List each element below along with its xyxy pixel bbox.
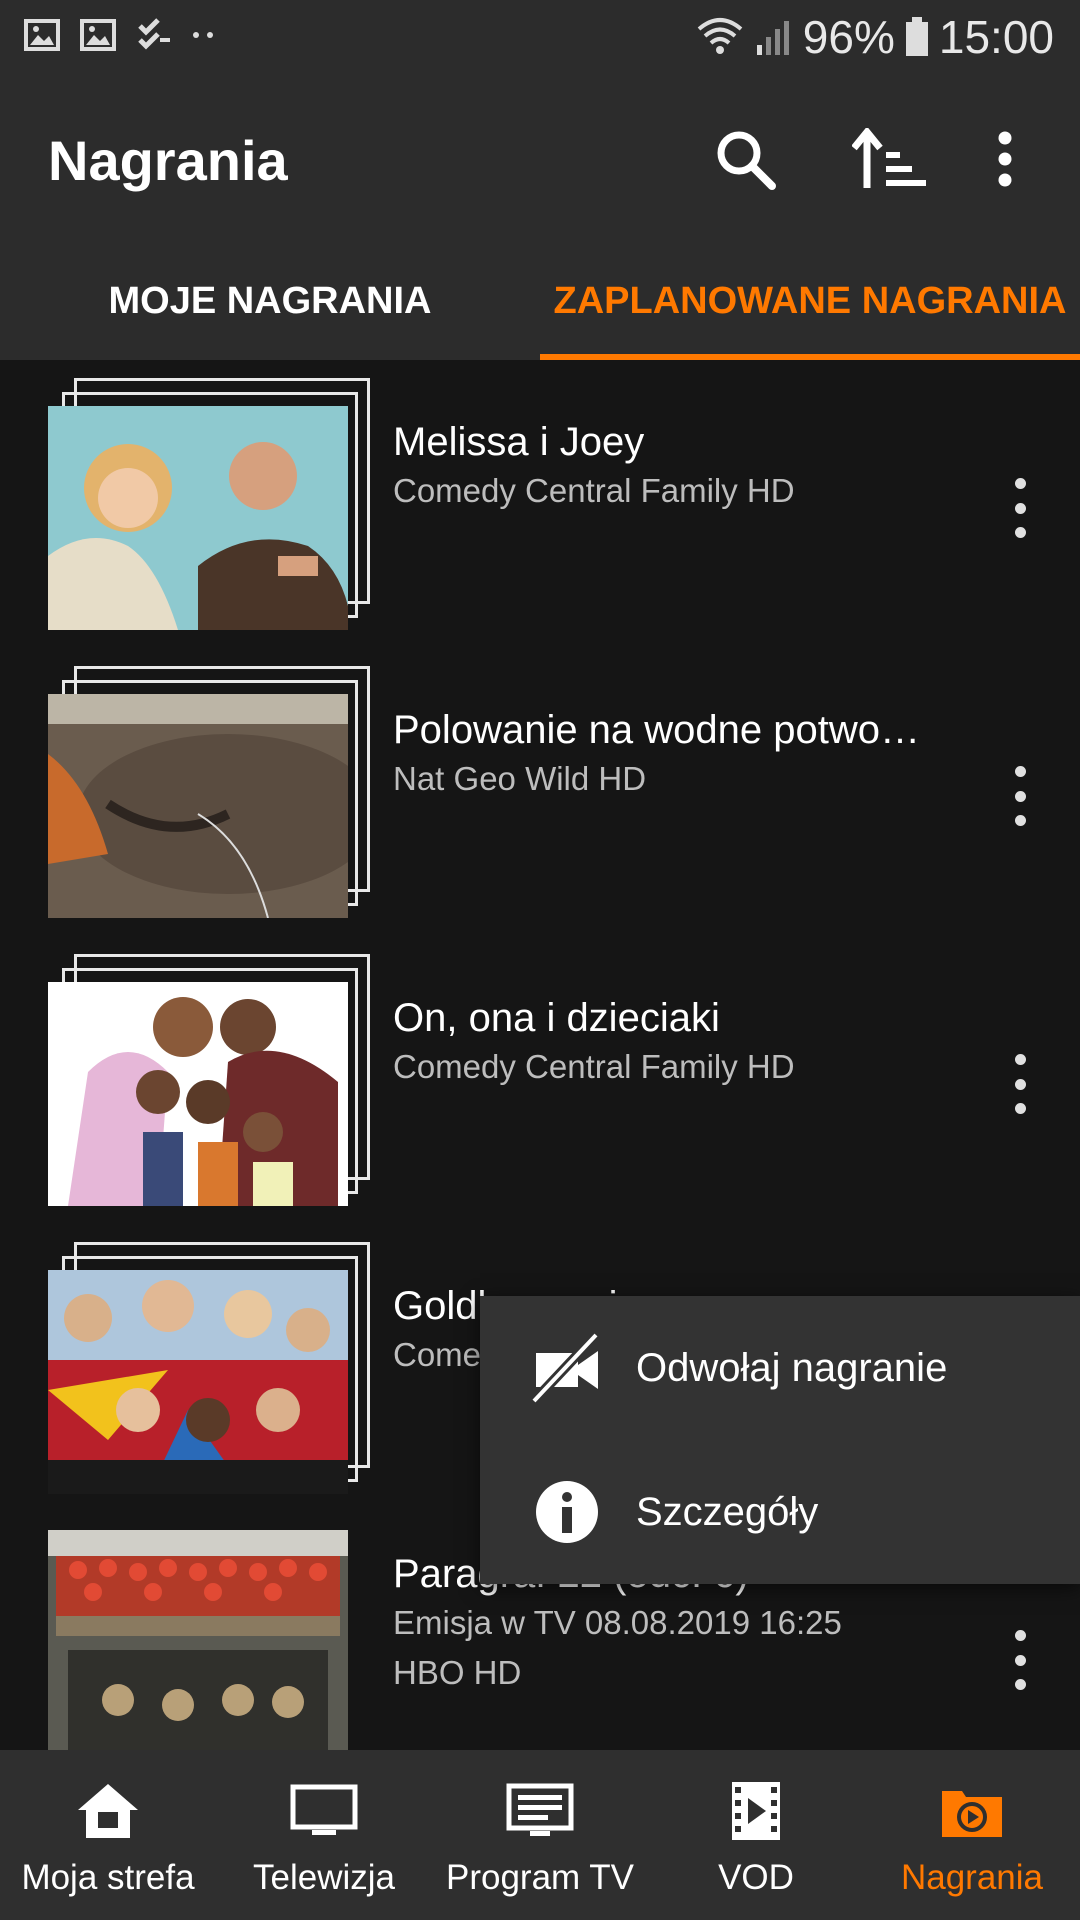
wifi-icon bbox=[697, 18, 743, 54]
search-button[interactable] bbox=[710, 124, 780, 194]
thumbnail-stack bbox=[48, 1242, 370, 1494]
page-title: Nagrania bbox=[48, 129, 288, 192]
search-icon bbox=[717, 131, 776, 190]
item-menu-button[interactable] bbox=[1008, 766, 1032, 826]
nav-item-tv-guide[interactable]: Program TV bbox=[432, 1750, 648, 1920]
status-bar: 96% 15:00 bbox=[0, 0, 1080, 72]
item-menu-button[interactable] bbox=[1008, 1054, 1032, 1114]
nav-item-recordings[interactable]: Nagrania bbox=[864, 1750, 1080, 1920]
notification-icons bbox=[24, 18, 216, 52]
overflow-menu-button[interactable] bbox=[980, 124, 1030, 194]
recordings-icon bbox=[942, 1791, 1002, 1837]
nav-item-my-zone[interactable]: Moja strefa bbox=[0, 1750, 216, 1920]
nav-label: Nagrania bbox=[900, 1858, 1044, 1897]
recording-channel: Comedy Central Family HD bbox=[393, 1048, 795, 1085]
thumbnail-stack bbox=[48, 378, 370, 630]
camera-off-icon bbox=[530, 1331, 600, 1405]
tv-guide-icon bbox=[506, 1783, 574, 1836]
home-icon bbox=[78, 1784, 138, 1838]
film-icon bbox=[732, 1782, 780, 1840]
more-notifications-icon bbox=[193, 32, 213, 38]
details-menu-item[interactable]: Szczegóły bbox=[480, 1440, 1080, 1584]
list-item[interactable]: On, ona i dzieciaki Comedy Central Famil… bbox=[0, 936, 1080, 1224]
tab-scheduled-recordings[interactable]: ZAPLANOWANE NAGRANIA bbox=[540, 242, 1080, 360]
menu-item-label: Szczegóły bbox=[636, 1489, 819, 1534]
recording-channel: Comedy Central Family HD bbox=[393, 472, 795, 509]
item-menu-button[interactable] bbox=[1008, 478, 1032, 538]
thumbnail bbox=[48, 1530, 348, 1750]
nav-label: Program TV bbox=[445, 1858, 635, 1897]
cancel-recording-menu-item[interactable]: Odwołaj nagranie bbox=[480, 1296, 1080, 1440]
task-notification-icon bbox=[138, 18, 170, 50]
thumbnail bbox=[48, 694, 348, 918]
recording-title: On, ona i dzieciaki bbox=[393, 996, 720, 1040]
recording-title: Polowanie na wodne potwo… bbox=[393, 708, 921, 752]
sort-icon bbox=[852, 128, 926, 188]
thumbnail bbox=[48, 1270, 348, 1494]
context-menu: Odwołaj nagranie Szczegóły bbox=[480, 1296, 1080, 1584]
tab-my-recordings[interactable]: MOJE NAGRANIA bbox=[0, 242, 540, 360]
menu-item-label: Odwołaj nagranie bbox=[636, 1345, 948, 1390]
item-menu-button[interactable] bbox=[1008, 1630, 1032, 1690]
info-icon bbox=[536, 1481, 598, 1543]
clock: 15:00 bbox=[938, 11, 1054, 63]
nav-label: Moja strefa bbox=[21, 1858, 195, 1897]
nav-item-vod[interactable]: VOD bbox=[648, 1750, 864, 1920]
thumbnail bbox=[48, 982, 348, 1206]
list-item[interactable]: Polowanie na wodne potwo… Nat Geo Wild H… bbox=[0, 648, 1080, 936]
nav-label: Telewizja bbox=[253, 1858, 395, 1897]
battery-percent: 96% bbox=[802, 11, 895, 63]
thumbnail-stack bbox=[48, 666, 370, 918]
recording-channel: HBO HD bbox=[393, 1654, 522, 1691]
list-item[interactable]: Melissa i Joey Comedy Central Family HD bbox=[0, 360, 1080, 648]
image-notification-icon bbox=[80, 19, 116, 51]
bottom-navigation: Moja strefa Telewizja Program TV VOD Nag… bbox=[0, 1750, 1080, 1920]
nav-label: VOD bbox=[718, 1858, 794, 1897]
recording-title: Melissa i Joey bbox=[393, 420, 645, 464]
tab-bar: MOJE NAGRANIA ZAPLANOWANE NAGRANIA bbox=[0, 242, 1080, 360]
broadcast-time: Emisja w TV 08.08.2019 16:25 bbox=[393, 1604, 842, 1641]
sort-button[interactable] bbox=[850, 124, 930, 194]
tv-icon bbox=[290, 1784, 358, 1835]
thumbnail bbox=[48, 406, 348, 630]
thumbnail-stack bbox=[48, 954, 370, 1206]
image-notification-icon bbox=[24, 19, 60, 51]
signal-icon bbox=[756, 21, 789, 55]
recording-channel: Nat Geo Wild HD bbox=[393, 760, 647, 797]
battery-icon bbox=[905, 17, 928, 56]
more-vert-icon bbox=[998, 131, 1012, 187]
nav-item-tv[interactable]: Telewizja bbox=[216, 1750, 432, 1920]
app-bar: Nagrania bbox=[0, 72, 1080, 242]
